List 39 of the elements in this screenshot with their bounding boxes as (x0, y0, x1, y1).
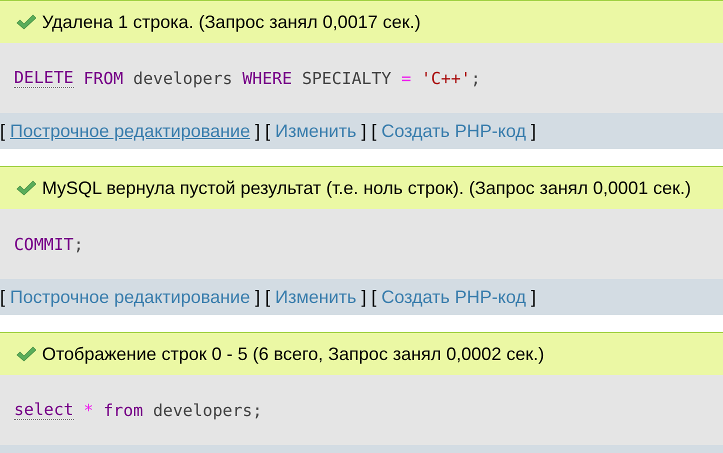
sql-token: COMMIT (14, 234, 74, 254)
bracket-text: ] (530, 286, 536, 308)
bracket-text: [ (0, 120, 6, 142)
sql-token: * (82, 400, 94, 420)
action-link[interactable]: Создать PHP-код (381, 286, 526, 308)
sql-token: ; (74, 234, 84, 254)
bracket-text: ] (361, 286, 366, 308)
action-link[interactable]: Изменить (275, 286, 356, 308)
sql-token: developers (152, 400, 252, 420)
bracket-text: [ (0, 286, 6, 308)
bracket-text: [ (265, 120, 270, 142)
success-message: Удалена 1 строка. (Запрос занял 0,0017 сек.) (42, 12, 421, 32)
sql-doc-link[interactable]: select (14, 400, 74, 420)
bracket-text: ] (255, 286, 260, 308)
bracket-text: ] (530, 120, 536, 142)
bracket-text: ] (255, 120, 260, 142)
action-link[interactable]: Создать PHP-код (381, 120, 526, 142)
sql-token: 'C++' (420, 68, 471, 88)
sql-token: ; (470, 68, 481, 88)
success-message: MySQL вернула пустой результат (т.е. ноль строк). (Запрос занял 0,0001 сек.) (42, 178, 691, 198)
checkmark-icon (16, 14, 36, 30)
sql-token: from (102, 400, 144, 420)
sql-token: FROM (82, 68, 124, 88)
sql-token: ; (252, 400, 262, 420)
sql-doc-link[interactable]: DELETE (14, 68, 74, 88)
sql-token: SPECIALTY (300, 68, 392, 88)
sql-token: developers (132, 68, 232, 88)
sql-token: = (400, 68, 412, 88)
bracket-text: ] (361, 120, 366, 142)
action-link[interactable]: Изменить (275, 120, 356, 142)
success-message: Отображение строк 0 - 5 (6 всего, Запрос занял 0,0002 сек.) (42, 344, 544, 364)
sql-token: WHERE (241, 68, 292, 88)
action-link[interactable]: Построчное редактирование (10, 120, 250, 142)
bracket-text: [ (265, 286, 270, 308)
bracket-text: [ (371, 286, 376, 308)
action-link[interactable]: Построчное редактирование (10, 286, 250, 308)
checkmark-icon (16, 180, 36, 196)
bracket-text: [ (371, 120, 376, 142)
checkmark-icon (16, 346, 36, 362)
